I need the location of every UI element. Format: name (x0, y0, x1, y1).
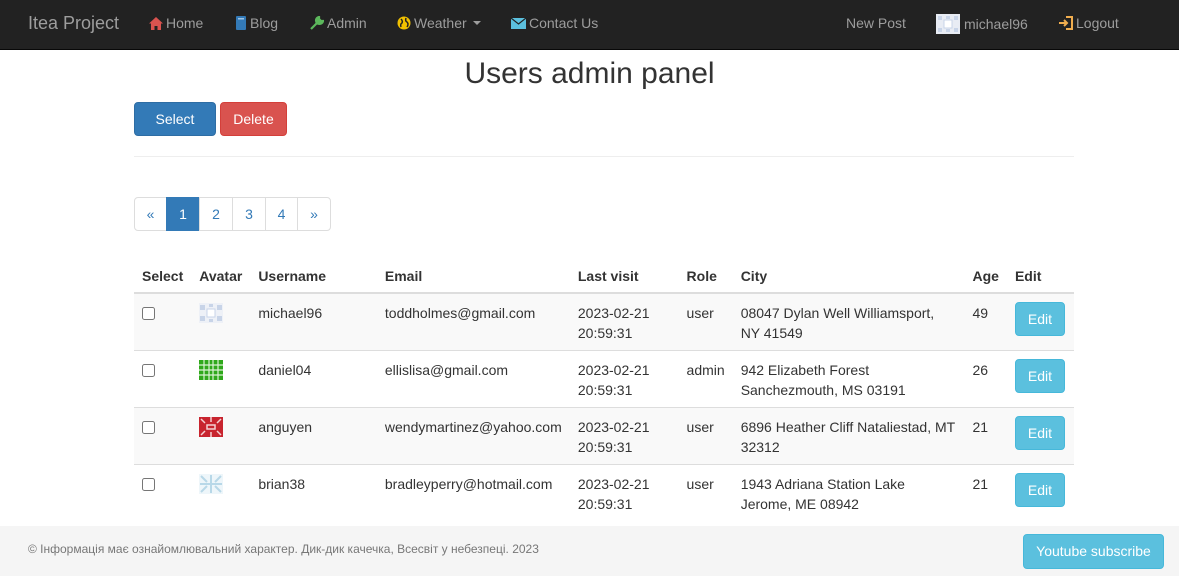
chevron-down-icon (472, 21, 481, 25)
row-username: michael96 (258, 305, 323, 321)
table-row: daniel04 ellislisa@gmail.com 2023-02-21 … (134, 349, 1074, 407)
edit-button[interactable]: Edit (1014, 472, 1065, 507)
nav-admin-label: Admin (327, 15, 367, 31)
nav-logout[interactable]: Logout (1058, 15, 1119, 31)
avatar (199, 416, 224, 437)
row-city: 942 Elizabeth Forest Sanchezmouth, MS 03… (732, 349, 965, 407)
row-email: toddholmes@gmail.com (384, 305, 536, 321)
row-select-checkbox[interactable] (142, 363, 155, 377)
book-icon (236, 16, 246, 30)
row-age: 21 (964, 406, 1007, 464)
row-last-visit: 2023-02-21 20:59:31 (569, 406, 679, 464)
row-email: wendymartinez@yahoo.com (376, 406, 570, 464)
nav-weather-label: Weather (414, 15, 467, 31)
header-city: City (732, 257, 965, 294)
footer: © Інформація має ознайомлювальний характ… (0, 526, 1179, 576)
avatar (936, 14, 960, 34)
row-role: admin (678, 349, 733, 407)
pagination-page-1[interactable]: 1 (166, 197, 200, 231)
nav-home[interactable]: Home (149, 15, 203, 31)
pagination-next[interactable]: » (297, 197, 331, 231)
pagination-prev[interactable]: « (134, 197, 167, 231)
header-role: Role (678, 257, 733, 294)
nav-blog[interactable]: Blog (235, 15, 278, 31)
row-age: 21 (964, 463, 1007, 521)
header-avatar: Avatar (191, 257, 251, 294)
row-city: 6896 Heather Cliff Nataliestad, MT 32312 (732, 406, 965, 464)
row-city: 08047 Dylan Well Williamsport, NY 41549 (740, 305, 935, 341)
home-icon (149, 16, 163, 30)
header-edit: Edit (1006, 257, 1074, 294)
nav-contact[interactable]: Contact Us (511, 15, 598, 31)
row-age: 26 (964, 349, 1007, 407)
pagination: « 1 2 3 4 » (134, 197, 331, 231)
logout-icon (1059, 16, 1073, 30)
edit-button[interactable]: Edit (1014, 415, 1065, 450)
row-select-checkbox[interactable] (142, 477, 155, 491)
row-role: user (678, 463, 733, 521)
nav-home-label: Home (166, 15, 204, 31)
edit-button[interactable]: Edit (1014, 358, 1065, 393)
page-title: Users admin panel (464, 57, 715, 90)
pagination-page-4[interactable]: 4 (265, 197, 298, 231)
header-username: Username (250, 257, 377, 294)
wrench-icon (310, 16, 324, 30)
pagination-page-2[interactable]: 2 (199, 197, 233, 231)
row-last-visit: 2023-02-21 20:59:31 (569, 463, 679, 521)
row-email: bradleyperry@hotmail.com (376, 463, 570, 521)
table-row: anguyen wendymartinez@yahoo.com 2023-02-… (134, 406, 1074, 464)
select-all-button[interactable]: Select all (134, 102, 216, 159)
row-username: anguyen (250, 406, 377, 464)
users-table: Select Avatar Username Email Last visit … (134, 257, 1074, 521)
table-header-row: Select Avatar Username Email Last visit … (134, 257, 1074, 294)
footer-text: © Інформація має ознайомлювальний характ… (28, 542, 539, 556)
header-email: Email (376, 257, 570, 294)
row-select-checkbox[interactable] (142, 307, 155, 320)
pagination-page-3[interactable]: 3 (232, 197, 266, 231)
header-select: Select (134, 257, 192, 294)
nav-admin[interactable]: Admin (310, 15, 367, 31)
delete-button[interactable]: Delete (220, 102, 287, 136)
nav-username: michael96 (964, 16, 1028, 32)
nav-contact-label: Contact Us (529, 15, 599, 31)
row-select-checkbox[interactable] (142, 420, 155, 434)
row-age: 49 (972, 305, 989, 321)
envelope-icon (511, 17, 526, 29)
table-row: brian38 bradleyperry@hotmail.com 2023-02… (134, 463, 1074, 521)
avatar (199, 359, 224, 380)
header-age: Age (964, 257, 1007, 294)
row-city: 1943 Adriana Station Lake Jerome, ME 089… (732, 463, 965, 521)
avatar (199, 473, 224, 494)
divider (134, 156, 1074, 157)
nav-weather-dropdown[interactable]: Weather (397, 15, 481, 31)
row-role: user (678, 406, 733, 464)
row-last-visit: 2023-02-21 20:59:31 (569, 349, 679, 407)
navbar: Itea Project Home Blog Admin Weather Con… (0, 0, 1179, 50)
brand-link[interactable]: Itea Project (28, 13, 119, 34)
nav-blog-label: Blog (250, 15, 279, 31)
header-last-visit: Last visit (569, 257, 679, 294)
table-row: michael96 toddholmes@gmail.com 2023-02-2… (134, 293, 1074, 350)
row-username: daniel04 (250, 349, 377, 407)
row-role: user (686, 305, 714, 321)
row-email: ellislisa@gmail.com (376, 349, 570, 407)
nav-user-profile[interactable]: michael96 (936, 14, 1028, 34)
globe-icon (397, 16, 411, 30)
avatar (199, 303, 224, 323)
nav-new-post[interactable]: New Post (846, 15, 906, 31)
edit-button[interactable]: Edit (1014, 302, 1065, 336)
row-last-visit: 2023-02-21 20:59:31 (577, 305, 650, 341)
row-username: brian38 (250, 463, 377, 521)
nav-logout-label: Logout (1076, 15, 1119, 31)
youtube-subscribe-button[interactable]: Youtube subscribe (1023, 534, 1164, 569)
